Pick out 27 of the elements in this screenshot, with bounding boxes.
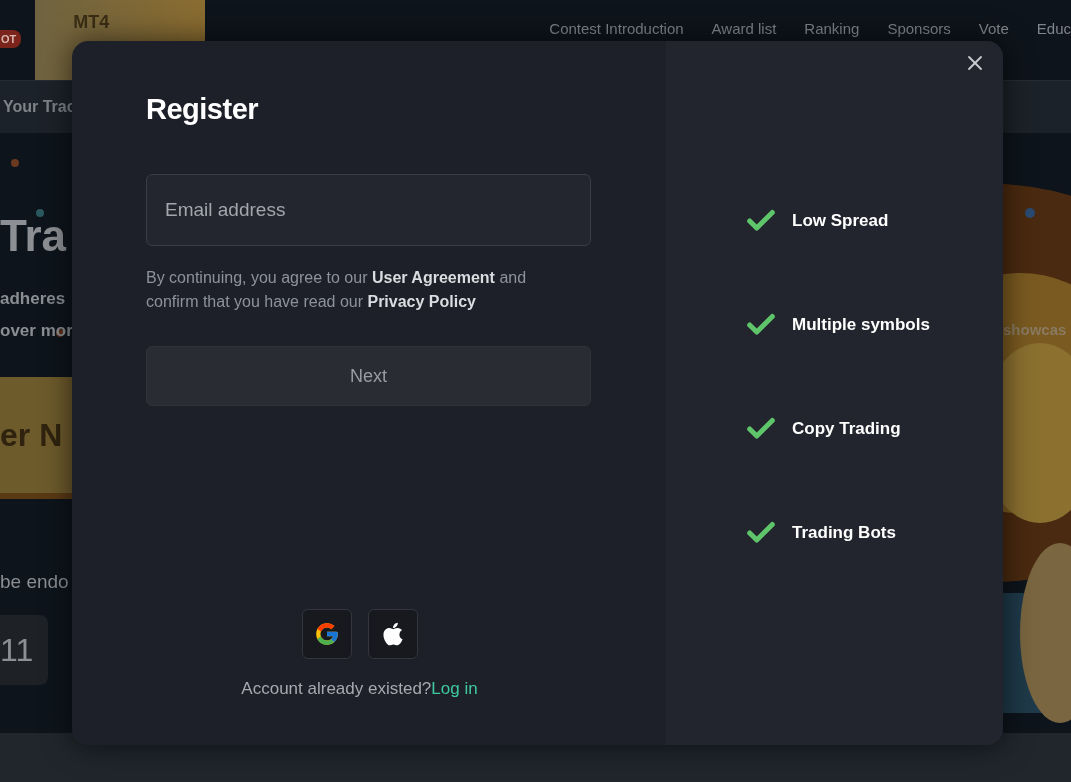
hero-text: showcas: [1003, 321, 1067, 338]
nav-link[interactable]: Ranking: [804, 20, 860, 37]
logo-text: MT4: [73, 12, 110, 33]
hero-title: Tra: [0, 211, 68, 261]
cta-button[interactable]: er N: [0, 377, 72, 499]
social-login-button[interactable]: [301, 609, 352, 659]
hero-text: over mor: [0, 321, 72, 341]
countdown-digit: 11: [0, 615, 48, 685]
social-login-button[interactable]: [367, 609, 418, 659]
nav-link[interactable]: Educ: [1036, 20, 1071, 37]
consent-text: By continuing, you agree to our User Agreement and confirm that you have read our Privacy Policy: [146, 268, 528, 312]
login-link[interactable]: Log in: [431, 679, 478, 699]
nav-link[interactable]: Sponsors: [887, 20, 951, 37]
hero-text: adheres: [0, 289, 67, 309]
notice-text: be endo: [0, 571, 70, 593]
nav-link[interactable]: Vote: [978, 20, 1009, 37]
hot-badge: OT: [0, 30, 22, 48]
feature-text: Multiple symbols: [792, 315, 930, 335]
email-field[interactable]: Email address: [146, 174, 591, 246]
feature-text: Copy Trading: [792, 419, 901, 439]
nav-link[interactable]: Contest Introduction: [549, 20, 684, 37]
nav-link[interactable]: Award list: [711, 20, 777, 37]
google-icon: [313, 621, 340, 647]
feature-text: Trading Bots: [792, 523, 896, 543]
login-prompt: Account already existed?: [241, 679, 432, 699]
dialog-title: Register: [146, 93, 260, 126]
feature-text: Low Spread: [792, 211, 889, 231]
